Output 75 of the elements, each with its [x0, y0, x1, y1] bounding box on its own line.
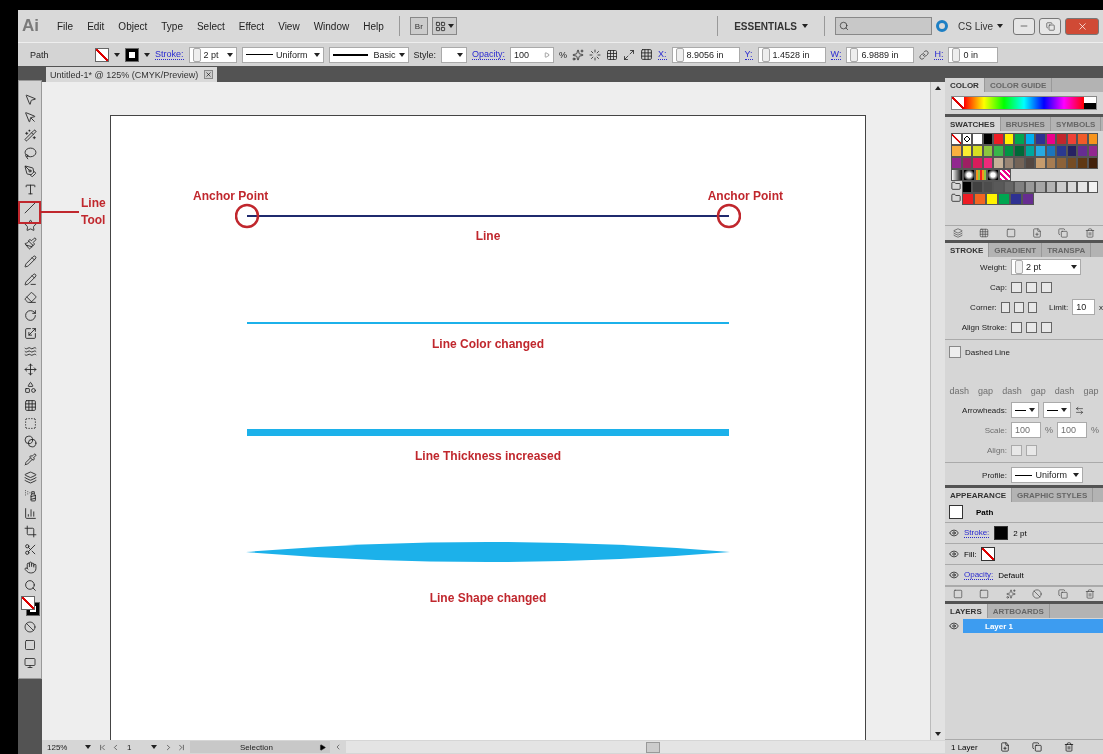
line-caption: Line Thickness increased: [414, 449, 562, 463]
transform-label[interactable]: X:: [658, 49, 667, 60]
appearance-stroke-link[interactable]: Stroke:: [964, 528, 990, 538]
menu-item[interactable]: View: [273, 20, 305, 32]
opacity-link[interactable]: Opacity:: [964, 570, 994, 580]
brush-dropdown[interactable]: Basic: [328, 46, 409, 63]
menu-item[interactable]: Select: [191, 20, 230, 32]
opacity-link[interactable]: Opacity:: [472, 49, 506, 60]
workspace-switcher[interactable]: ESSENTIALS: [728, 19, 814, 33]
document-tab[interactable]: Untitled-1* @ 125% (CMYK/Preview): [46, 67, 218, 82]
panel-tab[interactable]: COLOR: [945, 78, 985, 92]
artboard-dropdown[interactable]: 1: [124, 742, 160, 752]
fill-label: Fill:: [964, 549, 977, 559]
anchor-point-label: Anchor Point: [193, 189, 269, 203]
transform-field[interactable]: 8.9056 in: [671, 46, 740, 63]
transform-label[interactable]: Y:: [744, 49, 753, 60]
line-caption: Line Shape changed: [429, 591, 547, 605]
dash-gap-label: dash: [1002, 386, 1022, 396]
scale-label: Scale:: [983, 425, 1007, 435]
zoom-dropdown[interactable]: 125%: [44, 742, 94, 752]
dash-gap-label: gap: [1030, 386, 1046, 396]
menu-item[interactable]: Object: [113, 20, 153, 32]
panel-tab[interactable]: LAYERS: [945, 604, 988, 618]
percent-label: %: [559, 49, 568, 60]
transform-field[interactable]: 1.4528 in: [757, 46, 826, 63]
profile-dropdown[interactable]: Uniform: [1011, 467, 1083, 483]
weight-field[interactable]: 2 pt: [1011, 259, 1081, 275]
dash-gap-label: dash: [949, 386, 970, 396]
line-caption: Line: [475, 229, 501, 243]
opacity-field[interactable]: 100: [510, 46, 555, 63]
menu-item[interactable]: Edit: [82, 20, 110, 32]
selection-type-label: Path: [29, 49, 50, 60]
stroke-weight-value: 2 pt: [1013, 528, 1027, 538]
transform-field[interactable]: 6.9889 in: [846, 46, 915, 63]
panel-tab[interactable]: STROKE: [945, 243, 990, 257]
limit-unit: x: [1099, 302, 1103, 312]
cap-label: Cap:: [989, 282, 1007, 292]
menu-item[interactable]: Type: [156, 20, 188, 32]
callout-label: Line Tool: [81, 195, 107, 229]
dash-gap-label: gap: [1083, 386, 1099, 396]
panel-tab[interactable]: APPEARANCE: [945, 488, 1012, 502]
align-stroke-label: Align Stroke:: [960, 322, 1007, 332]
arrowheads-label: Arrowheads:: [961, 405, 1007, 415]
percent-label: %: [1045, 425, 1053, 435]
line-caption: Line Color changed: [432, 337, 544, 351]
corner-label: Corner:: [969, 302, 997, 312]
menu-item[interactable]: Effect: [233, 20, 270, 32]
anchor-point-label: Anchor Point: [707, 189, 783, 203]
stroke-weight-field[interactable]: 2 pt: [188, 46, 237, 63]
style-label: Style:: [413, 49, 437, 60]
dash-gap-label: dash: [1054, 386, 1075, 396]
weight-label: Weight:: [979, 262, 1007, 272]
menu-item[interactable]: File: [52, 20, 79, 32]
status-tool-dropdown[interactable]: Selection: [190, 741, 330, 753]
bridge-button[interactable]: Br: [409, 17, 428, 35]
variable-width-dropdown[interactable]: Uniform: [241, 46, 324, 63]
transform-field[interactable]: 0 in: [948, 46, 999, 63]
align-label: Align:: [986, 445, 1007, 455]
menu-item[interactable]: Help: [358, 20, 389, 32]
app-logo: Ai: [22, 16, 40, 36]
limit-field[interactable]: 10: [1072, 299, 1095, 315]
percent-label: %: [1091, 425, 1100, 435]
stroke-link[interactable]: Stroke:: [155, 49, 184, 60]
transform-label[interactable]: H:: [934, 49, 944, 60]
profile-label: Profile:: [981, 470, 1007, 480]
opacity-value: Default: [998, 570, 1024, 580]
panel-tab[interactable]: SWATCHES: [945, 117, 1001, 131]
cs-live-menu[interactable]: CS Live: [952, 19, 1009, 33]
transform-label[interactable]: W:: [830, 49, 842, 60]
layer-count: 1 Layer: [951, 742, 978, 752]
dash-gap-label: gap: [978, 386, 994, 396]
limit-label: Limit:: [1049, 302, 1069, 312]
dashed-line-label: Dashed Line: [965, 347, 1010, 357]
object-type-label: Path: [976, 507, 994, 517]
menu-item[interactable]: Window: [308, 20, 355, 32]
